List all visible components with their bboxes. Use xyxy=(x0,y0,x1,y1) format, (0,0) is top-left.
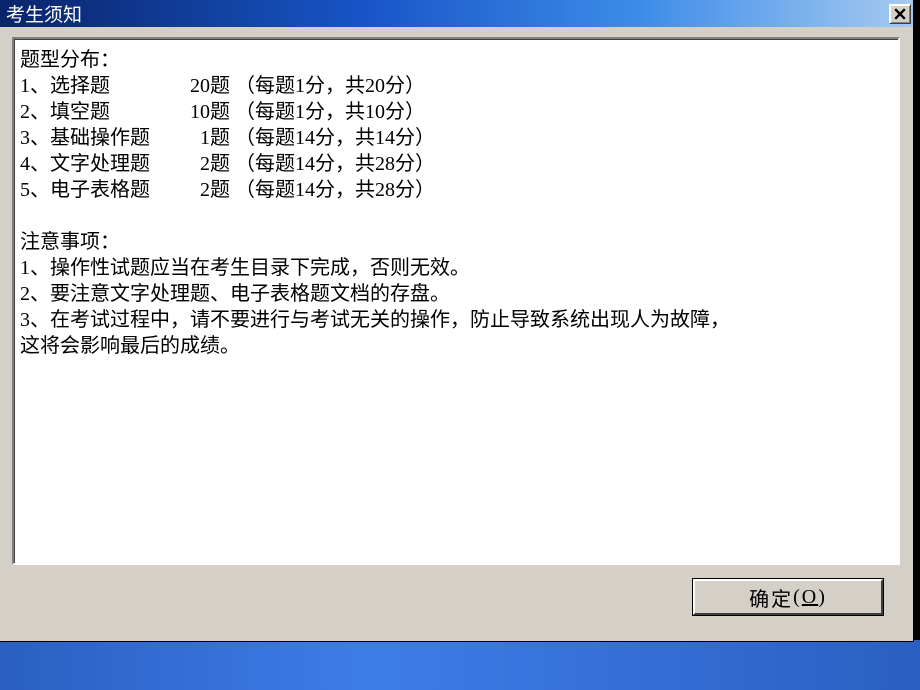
question-type-row: 4、文字处理题2题 （每题14分，共28分） xyxy=(20,153,435,175)
close-icon xyxy=(894,8,906,20)
section-header-distribution: 题型分布： xyxy=(20,49,120,71)
exam-notice-dialog: 考生须知 题型分布： 1、选择题20题 （每题1分，共20分） 2、填空题10题… xyxy=(0,0,914,642)
note-item: 1、操作性试题应当在考生目录下完成，否则无效。 xyxy=(20,257,470,279)
note-item: 3、在考试过程中，请不要进行与考试无关的操作，防止导致系统出现人为故障， 这将会… xyxy=(20,309,730,357)
content-area: 题型分布： 1、选择题20题 （每题1分，共20分） 2、填空题10题 （每题1… xyxy=(0,27,913,625)
note-item: 2、要注意文字处理题、电子表格题文档的存盘。 xyxy=(20,283,450,305)
close-button[interactable] xyxy=(889,4,911,24)
titlebar: 考生须知 xyxy=(0,0,913,27)
question-type-row: 5、电子表格题2题 （每题14分，共28分） xyxy=(20,179,435,201)
button-row: 确定(O) xyxy=(12,565,901,615)
taskbar-background xyxy=(0,640,920,690)
section-header-notes: 注意事项： xyxy=(20,231,120,253)
question-type-row: 2、填空题10题 （每题1分，共10分） xyxy=(20,101,425,123)
dialog-title: 考生须知 xyxy=(6,0,82,27)
question-type-row: 3、基础操作题1题 （每题14分，共14分） xyxy=(20,127,435,149)
question-type-row: 1、选择题20题 （每题1分，共20分） xyxy=(20,75,425,97)
notice-text-panel: 题型分布： 1、选择题20题 （每题1分，共20分） 2、填空题10题 （每题1… xyxy=(12,37,900,565)
ok-button[interactable]: 确定(O) xyxy=(693,579,883,615)
